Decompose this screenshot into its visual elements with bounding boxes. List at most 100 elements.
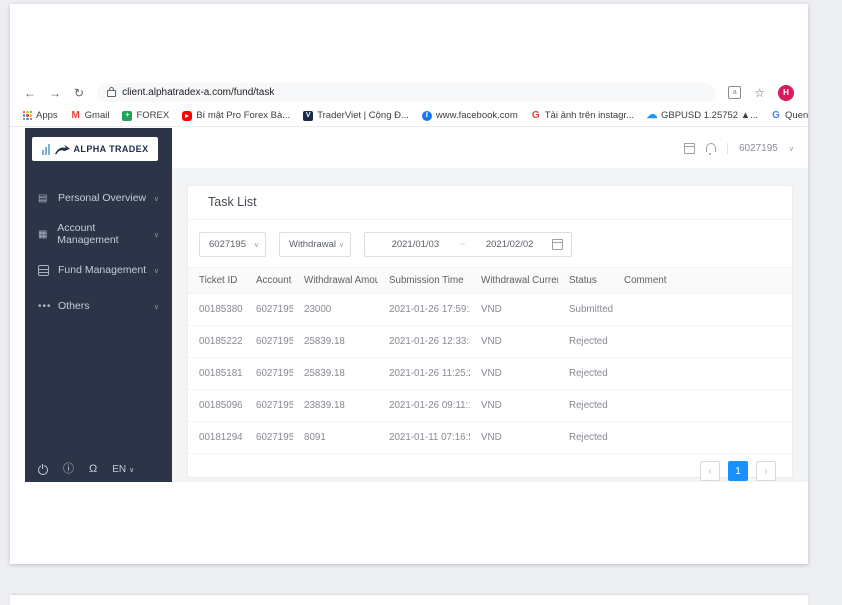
bookmark-gbpusd[interactable]: ☁ GBPUSD 1.25752 ▲... (646, 109, 758, 122)
cell-comment (613, 325, 792, 358)
cell-ticket-id: 00185222 (188, 325, 245, 358)
traderviet-icon: V (303, 110, 314, 121)
account-select-value: 6027195 (209, 239, 246, 250)
language-selector[interactable]: EN (112, 464, 134, 475)
refresh-icon[interactable]: ↻ (74, 87, 84, 99)
next-section-card (10, 595, 808, 605)
cell-currency: VND (470, 325, 558, 358)
type-select[interactable]: Withdrawal (279, 232, 351, 257)
cell-currency: VND (470, 421, 558, 454)
filters-row: 6027195 Withdrawal 2021/01/03 ~ 2021/02/… (188, 220, 792, 257)
power-icon[interactable] (38, 463, 48, 475)
bell-icon[interactable] (705, 142, 716, 155)
account-number[interactable]: 6027195 (739, 143, 778, 154)
chevron-down-icon (154, 300, 159, 312)
bookmarks-bar: Apps M Gmail + FOREX Bí mật Pro Forex Bà… (10, 105, 808, 127)
forward-icon[interactable]: → (49, 87, 61, 99)
col-status: Status (558, 267, 613, 294)
bookmark-quenlead[interactable]: G Quenlead.com - Ti... (771, 110, 808, 121)
card-icon: ▦ (38, 228, 48, 240)
account-select[interactable]: 6027195 (199, 232, 266, 257)
bull-icon (54, 144, 70, 154)
chevron-down-icon (339, 239, 344, 250)
cell-comment (613, 357, 792, 390)
gmail-icon: M (71, 109, 80, 121)
cell-comment (613, 389, 792, 422)
cell-currency: VND (470, 357, 558, 390)
cell-status: Rejected (558, 421, 613, 454)
calendar-icon[interactable] (683, 142, 695, 154)
url-text: client.alphatradex-a.com/fund/task (122, 87, 275, 98)
bookmark-label: Tải ảnh trên instagr... (544, 110, 634, 121)
prev-page-button[interactable]: ‹ (700, 461, 720, 481)
sidebar-item-label: Others (58, 300, 90, 312)
divider (726, 142, 728, 154)
chevron-down-icon (254, 239, 259, 250)
bookmark-instagram-photos[interactable]: G Tải ảnh trên instagr... (531, 110, 634, 121)
cell-amount: 25839.18 (293, 325, 378, 358)
bookmark-forex[interactable]: + FOREX (122, 110, 169, 121)
google-icon: G (772, 109, 780, 121)
app-header-right: 6027195 (683, 128, 794, 168)
table-header-row: Ticket ID Account Withdrawal Amount Subm… (188, 267, 792, 294)
sidebar-footer: ⓘ Ω EN (38, 463, 134, 475)
cell-account: 6027195 (245, 293, 293, 326)
bookmark-traderviet[interactable]: V TraderViet | Cộng Đ... (303, 110, 409, 121)
page-title: Task List (188, 186, 792, 220)
col-submission-time: Submission Time (378, 267, 470, 294)
address-bar: ← → ↻ client.alphatradex-a.com/fund/task… (10, 80, 808, 105)
info-icon[interactable]: ⓘ (63, 464, 74, 475)
cell-comment (613, 421, 792, 454)
cell-ticket-id: 00185096 (188, 389, 245, 422)
database-icon (38, 264, 51, 276)
cell-account: 6027195 (245, 357, 293, 390)
logo[interactable]: ALPHA TRADEX (32, 137, 158, 161)
chevron-down-icon (789, 143, 794, 154)
sidebar-item-label: Fund Management (58, 264, 147, 276)
back-icon[interactable]: ← (24, 87, 36, 99)
col-account: Account (245, 267, 293, 294)
sidebar-item-fund-management[interactable]: Fund Management (25, 260, 172, 280)
sidebar-menu: ▤ Personal Overview ▦ Account Management… (25, 188, 172, 332)
pagination: ‹ 1 › (188, 454, 792, 481)
bookmark-apps[interactable]: Apps (23, 110, 58, 121)
cell-status: Submitted (558, 293, 613, 326)
headset-icon[interactable]: Ω (89, 464, 97, 475)
bookmark-facebook[interactable]: f www.facebook.com (421, 110, 518, 121)
page-1-button[interactable]: 1 (728, 461, 748, 481)
chevron-down-icon (154, 228, 159, 240)
logo-text: ALPHA TRADEX (73, 144, 149, 154)
bookmark-label: FOREX (136, 110, 170, 121)
bookmark-gmail[interactable]: M Gmail (71, 109, 109, 121)
col-withdrawal-currency: Withdrawal Currency (470, 267, 558, 294)
chevron-down-icon (129, 464, 134, 475)
col-ticket-id: Ticket ID (188, 267, 245, 294)
bookmark-youtube[interactable]: Bí mật Pro Forex Bà... (182, 110, 290, 121)
cell-account: 6027195 (245, 389, 293, 422)
next-page-button[interactable]: › (756, 461, 776, 481)
cloud-icon: ☁ (646, 109, 658, 121)
cell-amount: 8091 (293, 421, 378, 454)
url-field[interactable]: client.alphatradex-a.com/fund/task (97, 83, 716, 102)
youtube-icon (182, 110, 193, 121)
facebook-icon: f (421, 110, 432, 121)
translate-icon[interactable] (728, 86, 742, 99)
ellipsis-icon: ••• (38, 300, 52, 312)
col-comment: Comment (613, 267, 792, 294)
date-range-picker[interactable]: 2021/01/03 ~ 2021/02/02 (364, 232, 572, 257)
table-row: 00185222 6027195 25839.18 2021-01-26 12:… (188, 325, 792, 358)
bookmark-label: Bí mật Pro Forex Bà... (196, 110, 291, 121)
sidebar-item-others[interactable]: ••• Others (25, 296, 172, 316)
date-separator: ~ (459, 239, 466, 250)
cell-ticket-id: 00185380 (188, 293, 245, 326)
cell-status: Rejected (558, 357, 613, 390)
cell-amount: 25839.18 (293, 357, 378, 390)
sidebar-item-personal-overview[interactable]: ▤ Personal Overview (25, 188, 172, 208)
cell-time: 2021-01-11 07:16:57 (378, 421, 470, 454)
sidebar-item-account-management[interactable]: ▦ Account Management (25, 222, 172, 246)
profile-avatar[interactable]: H (778, 84, 794, 101)
browser-window: ← → ↻ client.alphatradex-a.com/fund/task… (10, 4, 808, 564)
bookmark-star-icon[interactable]: ☆ (754, 87, 765, 99)
cell-account: 6027195 (245, 325, 293, 358)
cell-status: Rejected (558, 325, 613, 358)
